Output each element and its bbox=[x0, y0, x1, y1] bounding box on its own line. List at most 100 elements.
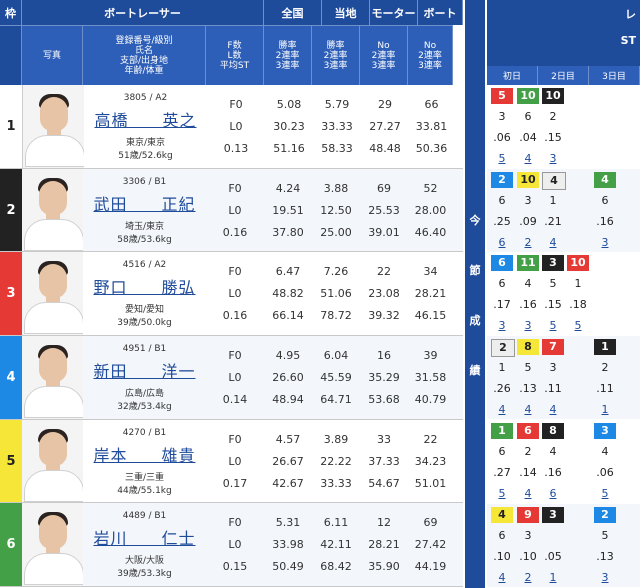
racer-name-link[interactable]: 野口 勝弘 bbox=[83, 274, 206, 298]
st-value: .25 bbox=[493, 214, 511, 228]
day-1-header: 初日 bbox=[487, 66, 538, 85]
st-value: .15 bbox=[544, 131, 562, 144]
lane-value: 6 bbox=[498, 528, 506, 542]
results-title: レ bbox=[625, 8, 636, 21]
course-box: 4 bbox=[594, 171, 616, 188]
lane-value: 1 bbox=[574, 277, 582, 291]
rank-link[interactable]: 4 bbox=[491, 570, 513, 586]
konsetsu-char: 績 bbox=[469, 364, 481, 377]
st-value: .16 bbox=[519, 298, 537, 312]
motor-3: 53.68 bbox=[368, 393, 400, 407]
rank-link[interactable]: 4 bbox=[517, 402, 539, 418]
rank-link[interactable]: 4 bbox=[517, 151, 539, 167]
lane-value: 6 bbox=[498, 277, 506, 291]
racer-name[interactable]: 武田 正紀 bbox=[93, 195, 195, 214]
tochi-line-3: 3連率 bbox=[323, 60, 348, 71]
rank-link[interactable]: 2 bbox=[517, 570, 539, 586]
st-col: F0 L0 0.17 bbox=[206, 420, 264, 503]
racer-name[interactable]: 高橋 英之 bbox=[94, 111, 196, 130]
zenkoku-win: 4.57 bbox=[275, 432, 301, 446]
racer-name[interactable]: 岩川 仁士 bbox=[93, 529, 195, 548]
rank-link[interactable]: 5 bbox=[542, 318, 564, 334]
zenkoku-col: 4.24 19.51 37.80 bbox=[264, 169, 312, 252]
avatar bbox=[23, 420, 83, 503]
rank-link[interactable]: 3 bbox=[594, 235, 616, 251]
rank-link[interactable]: 4 bbox=[542, 235, 564, 251]
motor-3: 35.90 bbox=[368, 560, 400, 574]
branch: 埼玉/東京 bbox=[124, 221, 165, 232]
boat-3: 46.15 bbox=[414, 309, 447, 323]
lane-value: 3 bbox=[524, 193, 532, 207]
boat-sub: No 2連率 3連率 bbox=[408, 25, 453, 85]
tochi-3: 33.33 bbox=[320, 476, 352, 490]
rank-link[interactable]: 1 bbox=[594, 402, 616, 418]
st-value: .16 bbox=[544, 465, 562, 479]
zenkoku-3: 42.67 bbox=[272, 476, 304, 490]
rank-link[interactable]: 5 bbox=[594, 486, 616, 502]
tochi-3: 25.00 bbox=[320, 225, 352, 239]
boat-col: 22 34.23 51.01 bbox=[408, 420, 453, 503]
frame-number: 6 bbox=[0, 503, 22, 587]
rank-link[interactable]: 4 bbox=[542, 402, 564, 418]
racer-name[interactable]: 岸本 雄貴 bbox=[93, 446, 195, 465]
rank-link[interactable]: 3 bbox=[517, 318, 539, 334]
rank-link[interactable]: 4 bbox=[491, 402, 513, 418]
rank-link[interactable]: 5 bbox=[491, 486, 513, 502]
f-count: F0 bbox=[228, 349, 242, 363]
lane-value: 1 bbox=[498, 361, 506, 375]
motor-no: 22 bbox=[377, 265, 391, 279]
racer-name-link[interactable]: 岩川 仁士 bbox=[83, 525, 206, 549]
rank-link[interactable]: 3 bbox=[491, 318, 513, 334]
rank-link[interactable]: 4 bbox=[517, 486, 539, 502]
age-weight: 39歳/53.3kg bbox=[117, 569, 172, 580]
motor-3: 39.01 bbox=[368, 225, 400, 239]
motor-col: 12 28.21 35.90 bbox=[360, 503, 408, 586]
course-box: 3 bbox=[542, 506, 564, 523]
reg-class: 4489 / B1 bbox=[122, 511, 167, 522]
konsetsu-char: 節 bbox=[469, 264, 481, 277]
rank-link[interactable]: 3 bbox=[542, 151, 564, 167]
racer-name[interactable]: 野口 勝弘 bbox=[93, 278, 195, 297]
zenkoku-line-win: 勝率 bbox=[278, 40, 297, 51]
tochi-col: 3.89 22.22 33.33 bbox=[312, 420, 360, 503]
rank-link[interactable]: 6 bbox=[542, 486, 564, 502]
racer-name-link[interactable]: 高橋 英之 bbox=[84, 107, 207, 131]
f-count: F0 bbox=[228, 181, 242, 195]
rank-link[interactable]: 1 bbox=[542, 570, 564, 586]
racer-name-link[interactable]: 岸本 雄貴 bbox=[83, 442, 206, 466]
branch: 愛知/愛知 bbox=[124, 305, 165, 316]
zenkoku-win: 5.31 bbox=[275, 516, 301, 530]
age-weight: 32歳/53.4kg bbox=[117, 402, 172, 413]
racer-name-link[interactable]: 新田 洋一 bbox=[83, 358, 206, 382]
branch: 大阪/大阪 bbox=[124, 556, 165, 567]
info-line-age: 年齢/体重 bbox=[124, 65, 164, 76]
motor-3: 54.67 bbox=[368, 476, 400, 490]
rank-link[interactable]: 5 bbox=[567, 318, 589, 334]
motor-2: 35.29 bbox=[368, 371, 400, 385]
st-value: .14 bbox=[519, 465, 537, 479]
lane-value: 5 bbox=[601, 528, 609, 542]
zenkoku-col: 5.31 33.98 50.49 bbox=[264, 503, 312, 586]
zenkoku-3: 50.49 bbox=[272, 560, 304, 574]
motor-2: 27.27 bbox=[369, 120, 401, 133]
rank-link[interactable]: 6 bbox=[491, 235, 513, 251]
motor-line-no: No bbox=[377, 40, 390, 51]
course-box: 8 bbox=[542, 422, 564, 439]
racer-name-link[interactable]: 武田 正紀 bbox=[83, 191, 206, 215]
rank-link[interactable]: 3 bbox=[594, 570, 616, 586]
motor-col: 69 25.53 39.01 bbox=[360, 169, 408, 252]
course-box: 10 bbox=[542, 88, 564, 104]
rank-link[interactable]: 5 bbox=[491, 151, 513, 167]
reg-class: 4951 / B1 bbox=[122, 344, 167, 355]
zenkoku-3: 66.14 bbox=[272, 309, 304, 323]
boat-3: 44.19 bbox=[414, 560, 447, 574]
motor-2: 37.33 bbox=[368, 454, 400, 468]
course-box: 6 bbox=[517, 422, 539, 439]
f-count: F0 bbox=[228, 432, 242, 446]
racer-photo bbox=[22, 503, 83, 587]
rank-link[interactable]: 2 bbox=[517, 235, 539, 251]
racer-name[interactable]: 新田 洋一 bbox=[93, 362, 195, 381]
frame-number: 1 bbox=[0, 85, 23, 168]
day-2-header: 2日目 bbox=[538, 66, 589, 85]
konsetsu-label: 今 節 成 績 bbox=[465, 0, 485, 588]
